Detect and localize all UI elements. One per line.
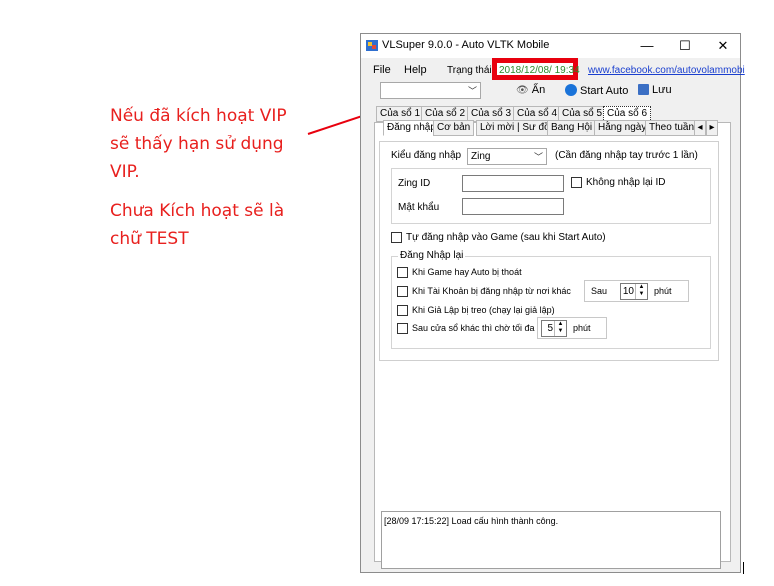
minimize-button[interactable]: — xyxy=(636,37,658,55)
save-icon xyxy=(638,84,649,95)
password-input[interactable] xyxy=(462,198,564,215)
window-panel: Đăng nhập Cơ bản Lời mời | Sư đồ Bang Hộ… xyxy=(374,120,731,562)
zing-id-input[interactable] xyxy=(462,175,564,192)
relogin-wait-stepper[interactable]: 5 ▲ ▼ xyxy=(541,320,567,337)
relogin-account-checkbox[interactable] xyxy=(397,286,408,297)
window-title: VLSuper 9.0.0 - Auto VLTK Mobile xyxy=(382,39,550,51)
relogin-emulator-hang-checkbox[interactable] xyxy=(397,305,408,316)
menu-help[interactable]: Help xyxy=(404,64,427,76)
save-label: Lưu xyxy=(652,84,672,96)
eye-icon: 👁 xyxy=(516,85,529,96)
tab-weekly[interactable]: Theo tuần xyxy=(645,120,699,136)
edge-marker xyxy=(743,562,744,574)
no-reenter-label: Không nhập lại ID xyxy=(586,177,666,188)
title-bar: VLSuper 9.0.0 - Auto VLTK Mobile — ☐ ✕ xyxy=(361,34,740,58)
status-label: Trạng thái xyxy=(447,65,492,76)
stepper-arrows-icon[interactable]: ▲ ▼ xyxy=(635,284,647,299)
login-type-label: Kiểu đăng nhập xyxy=(391,150,462,161)
relogin-group-label: Đăng Nhập lại xyxy=(398,250,466,261)
app-window: VLSuper 9.0.0 - Auto VLTK Mobile — ☐ ✕ F… xyxy=(360,33,745,573)
save-button[interactable]: Lưu xyxy=(638,84,672,96)
tab-daily[interactable]: Hằng ngày xyxy=(594,120,651,136)
relogin-game-exit-label: Khi Game hay Auto bị thoát xyxy=(412,267,522,277)
log-panel: [28/09 17:15:22] Load cấu hình thành côn… xyxy=(381,511,721,569)
emulator-select[interactable]: ﹀ xyxy=(380,82,481,99)
chevron-down-icon: ﹀ xyxy=(467,86,477,96)
tab-invites[interactable]: Lời mời | Sư đồ xyxy=(476,120,554,136)
start-icon xyxy=(565,84,577,96)
relogin-emulator-hang-label: Khi Giả Lập bị treo (chạy lại giả lập) xyxy=(412,305,555,315)
vip-status-box: 2018/12/08/ 19:34 xyxy=(492,58,580,80)
maximize-button[interactable]: ☐ xyxy=(674,37,696,55)
relogin-wait-unit: phút xyxy=(573,323,591,333)
relogin-wait-label: Sau cửa sổ khác thì chờ tối đa xyxy=(412,323,535,333)
stepper-arrows-icon[interactable]: ▲ ▼ xyxy=(554,321,566,336)
login-type-hint: (Cần đăng nhập tay trước 1 lần) xyxy=(555,150,698,161)
relogin-after-label: Sau xyxy=(591,286,608,296)
relogin-wait-value: 5 xyxy=(547,323,553,334)
start-auto-label: Start Auto xyxy=(580,85,629,97)
facebook-link[interactable]: www.facebook.com/autovolammobi xyxy=(588,65,745,76)
relogin-delay-stepper[interactable]: 10 ▲ ▼ xyxy=(620,283,648,300)
app-icon xyxy=(366,40,378,51)
zing-id-label: Zing ID xyxy=(398,178,431,189)
chevron-down-icon: ﹀ xyxy=(533,152,543,162)
login-type-value: Zing xyxy=(471,151,491,162)
relogin-game-exit-checkbox[interactable] xyxy=(397,267,408,278)
password-label: Mật khẩu xyxy=(398,202,440,213)
tab-login[interactable]: Đăng nhập xyxy=(383,120,440,136)
log-line: [28/09 17:15:22] Load cấu hình thành côn… xyxy=(384,516,559,526)
relogin-wait-checkbox[interactable] xyxy=(397,323,408,334)
vip-status-value: 2018/12/08/ 19:34 xyxy=(499,65,580,76)
tab-scroll-right-icon[interactable]: ▸ xyxy=(706,120,718,136)
tab-guild[interactable]: Bang Hội xyxy=(547,120,597,136)
relogin-delay-value: 10 xyxy=(622,286,634,297)
tab-scroll-left-icon[interactable]: ◂ xyxy=(694,120,706,136)
hide-button[interactable]: 👁 Ẩn xyxy=(516,84,545,96)
close-button[interactable]: ✕ xyxy=(712,37,734,55)
no-reenter-checkbox[interactable] xyxy=(571,177,582,188)
hide-label: Ẩn xyxy=(531,84,546,96)
auto-login-checkbox[interactable] xyxy=(391,232,402,243)
menu-file[interactable]: File xyxy=(373,64,391,76)
tab-basic[interactable]: Cơ bản xyxy=(433,120,475,136)
relogin-account-label: Khi Tài Khoản bị đăng nhập từ nơi khác xyxy=(412,286,571,296)
auto-login-label: Tự đăng nhập vào Game (sau khi Start Aut… xyxy=(406,232,606,243)
start-auto-button[interactable]: Start Auto xyxy=(565,84,628,97)
login-type-select[interactable]: Zing ﹀ xyxy=(467,148,547,165)
relogin-delay-unit: phút xyxy=(654,286,672,296)
